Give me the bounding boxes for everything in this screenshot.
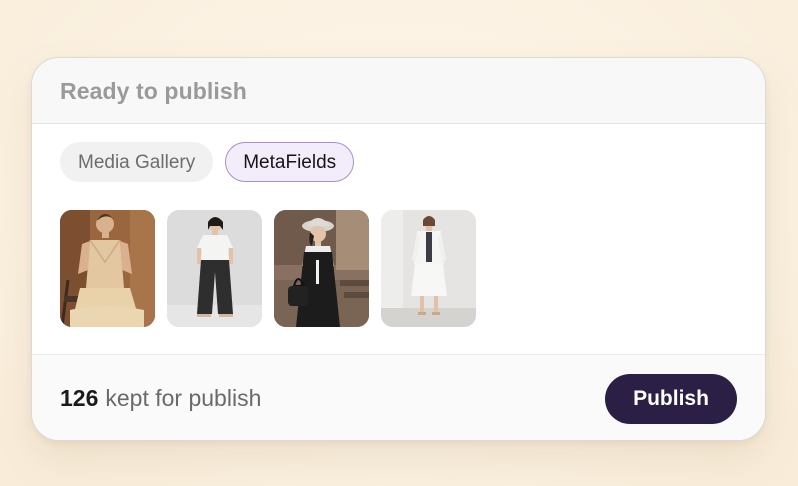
model-photo-1 — [60, 210, 155, 327]
card-title: Ready to publish — [60, 78, 247, 104]
media-thumbnail-1[interactable] — [60, 210, 155, 327]
card-header: Ready to publish — [32, 58, 765, 124]
publish-button[interactable]: Publish — [605, 374, 737, 424]
media-thumbnail-4[interactable] — [381, 210, 476, 327]
model-photo-2 — [167, 210, 262, 327]
tab-media-gallery[interactable]: Media Gallery — [60, 142, 214, 182]
model-photo-3 — [274, 210, 369, 327]
media-thumbnail-3[interactable] — [274, 210, 369, 327]
kept-count: 126 — [60, 385, 99, 411]
card-footer: 126 kept for publish Publish — [32, 354, 765, 440]
kept-label: kept for publish — [105, 385, 262, 411]
tab-metafields[interactable]: MetaFields — [225, 142, 355, 182]
publish-card: Ready to publish Media Gallery MetaField… — [31, 57, 766, 441]
media-gallery — [60, 210, 476, 327]
tab-bar: Media Gallery MetaFields — [60, 142, 355, 182]
kept-summary: 126 kept for publish — [60, 385, 261, 412]
model-photo-4 — [381, 210, 476, 327]
media-thumbnail-2[interactable] — [167, 210, 262, 327]
